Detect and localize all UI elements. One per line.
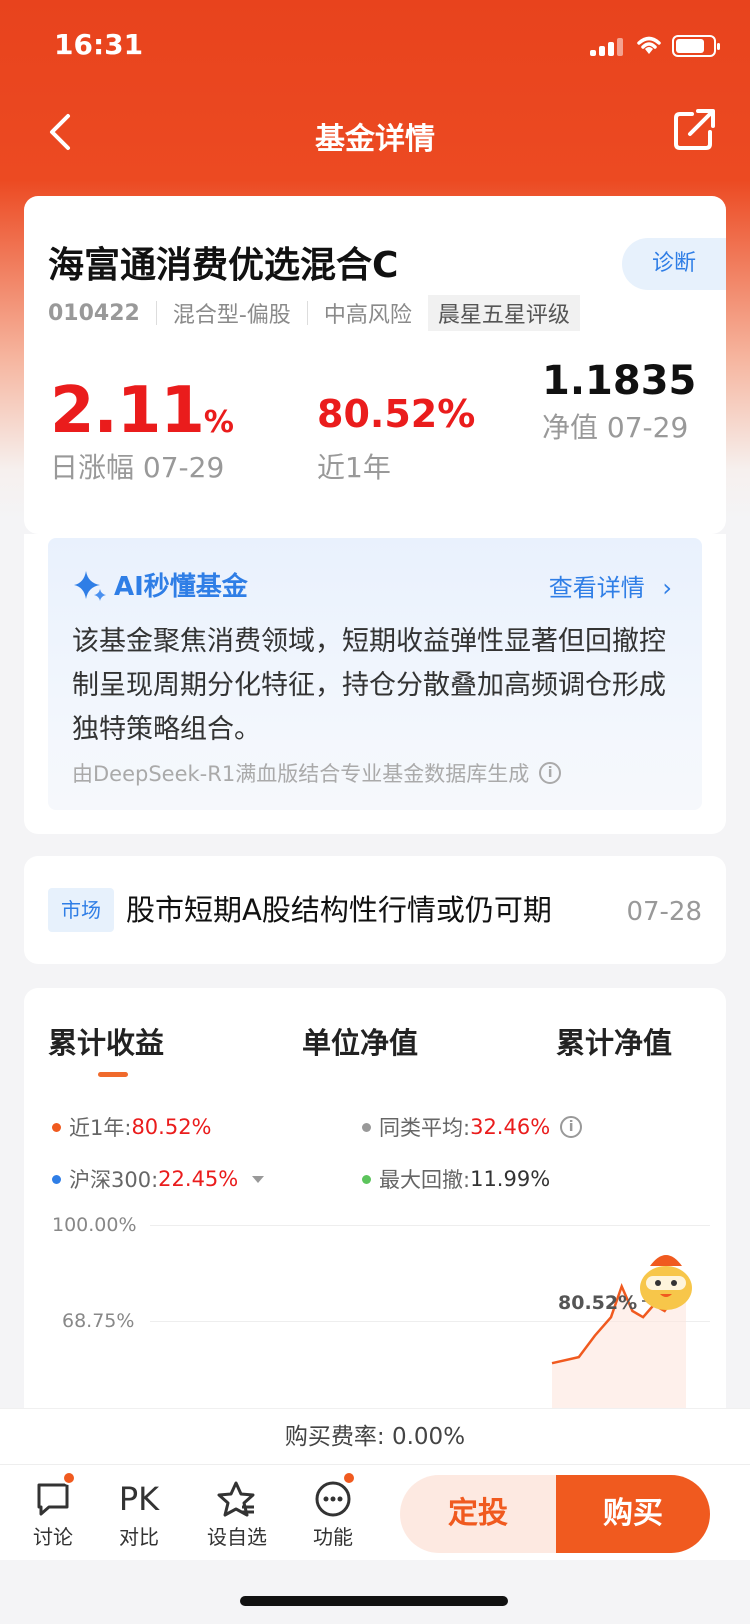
- fund-risk: 中高风险: [323, 303, 412, 328]
- regular-invest-button[interactable]: 定投: [400, 1475, 556, 1553]
- news-date: 07-28: [626, 897, 702, 927]
- star-icon: [217, 1481, 255, 1517]
- status-bar: 16:31: [0, 0, 750, 90]
- notification-badge: [62, 1471, 76, 1485]
- news-tag: 市场: [48, 888, 114, 932]
- one-year-label: 近1年: [317, 451, 391, 484]
- signal-icon: [590, 36, 626, 56]
- watchlist-label: 设自选: [207, 1525, 267, 1549]
- fund-code: 010422: [48, 300, 140, 326]
- status-time: 16:31: [54, 28, 144, 61]
- fund-type: 混合型-偏股: [172, 303, 291, 328]
- pk-icon: PK: [118, 1480, 160, 1518]
- chart-end-label: 80.52%: [558, 1292, 638, 1314]
- rating-badge: 晨星五星评级: [427, 295, 580, 331]
- news-card[interactable]: 市场 股市短期A股结构性行情或仍可期 07-28: [24, 856, 726, 964]
- notification-badge: [342, 1471, 356, 1485]
- news-title[interactable]: 股市短期A股结构性行情或仍可期: [126, 888, 552, 932]
- ai-title: AI秒懂基金: [72, 566, 248, 603]
- buy-button[interactable]: 购买: [556, 1475, 710, 1553]
- ai-summary-card: AI秒懂基金 查看详情 › 该基金聚焦消费领域，短期收益弹性显著但回撤控制呈现周…: [24, 534, 726, 834]
- ai-source: 由DeepSeek-R1满血版结合专业基金数据库生成 i: [72, 758, 562, 788]
- daily-change-unit: %: [203, 405, 234, 440]
- daily-change: 2.11%: [50, 374, 234, 448]
- ai-summary-box: AI秒懂基金 查看详情 › 该基金聚焦消费领域，短期收益弹性显著但回撤控制呈现周…: [48, 538, 702, 810]
- divider: [155, 301, 157, 325]
- chevron-right-icon: ›: [662, 574, 672, 602]
- mascot-icon: [640, 1255, 692, 1310]
- compare-button[interactable]: PK 对比: [104, 1477, 174, 1550]
- ai-more-label: 查看详情: [548, 574, 645, 602]
- wifi-icon: [637, 36, 661, 54]
- discuss-label: 讨论: [33, 1525, 73, 1549]
- diagnose-button[interactable]: 诊断: [622, 238, 726, 290]
- nav-value: 1.1835: [542, 358, 697, 404]
- divider: [306, 301, 308, 325]
- watchlist-button[interactable]: 设自选: [202, 1477, 272, 1550]
- sparkle-icon: [74, 570, 106, 601]
- page-title: 基金详情: [315, 122, 435, 157]
- fund-name: 海富通消费优选混合C: [48, 245, 399, 286]
- info-icon[interactable]: i: [539, 762, 562, 784]
- daily-change-value: 2.11: [50, 374, 205, 448]
- more-functions-button[interactable]: 功能: [298, 1471, 368, 1550]
- fund-tags: 010422 混合型-偏股 中高风险 晨星五星评级: [48, 295, 580, 331]
- home-indicator[interactable]: [240, 1596, 508, 1606]
- daily-change-label: 日涨幅 07-29: [50, 451, 225, 484]
- compare-label: 对比: [119, 1525, 159, 1549]
- fund-summary-card: 海富通消费优选混合C 诊断 010422 混合型-偏股 中高风险 晨星五星评级 …: [24, 196, 726, 534]
- return-chart: [551, 1282, 687, 1408]
- nav-label: 净值 07-29: [542, 411, 689, 444]
- ai-title-text: AI秒懂基金: [114, 572, 248, 602]
- bottom-action-bar: 讨论 PK 对比 设自选 功能 定投 购买: [0, 1464, 750, 1560]
- ai-more-link[interactable]: 查看详情 ›: [549, 568, 672, 603]
- discuss-button[interactable]: 讨论: [18, 1471, 88, 1550]
- ai-summary-text: 该基金聚焦消费领域，短期收益弹性显著但回撤控制呈现周期分化特征，持仓分散叠加高频…: [72, 626, 666, 745]
- ai-source-text: 由DeepSeek-R1满血版结合专业基金数据库生成: [72, 762, 530, 786]
- chat-icon: [37, 1483, 69, 1516]
- more-dots-icon: [315, 1481, 351, 1517]
- nav-bar: 基金详情: [0, 100, 750, 164]
- chart-card: 累计收益 单位净值 累计净值 近1年: 80.52% 同类平均: 32.46% i …: [24, 988, 726, 1408]
- one-year-return: 80.52%: [317, 392, 476, 436]
- share-icon[interactable]: [670, 106, 718, 154]
- purchase-fee: 购买费率: 0.00%: [0, 1408, 750, 1464]
- more-label: 功能: [313, 1525, 353, 1549]
- battery-icon: [672, 35, 720, 57]
